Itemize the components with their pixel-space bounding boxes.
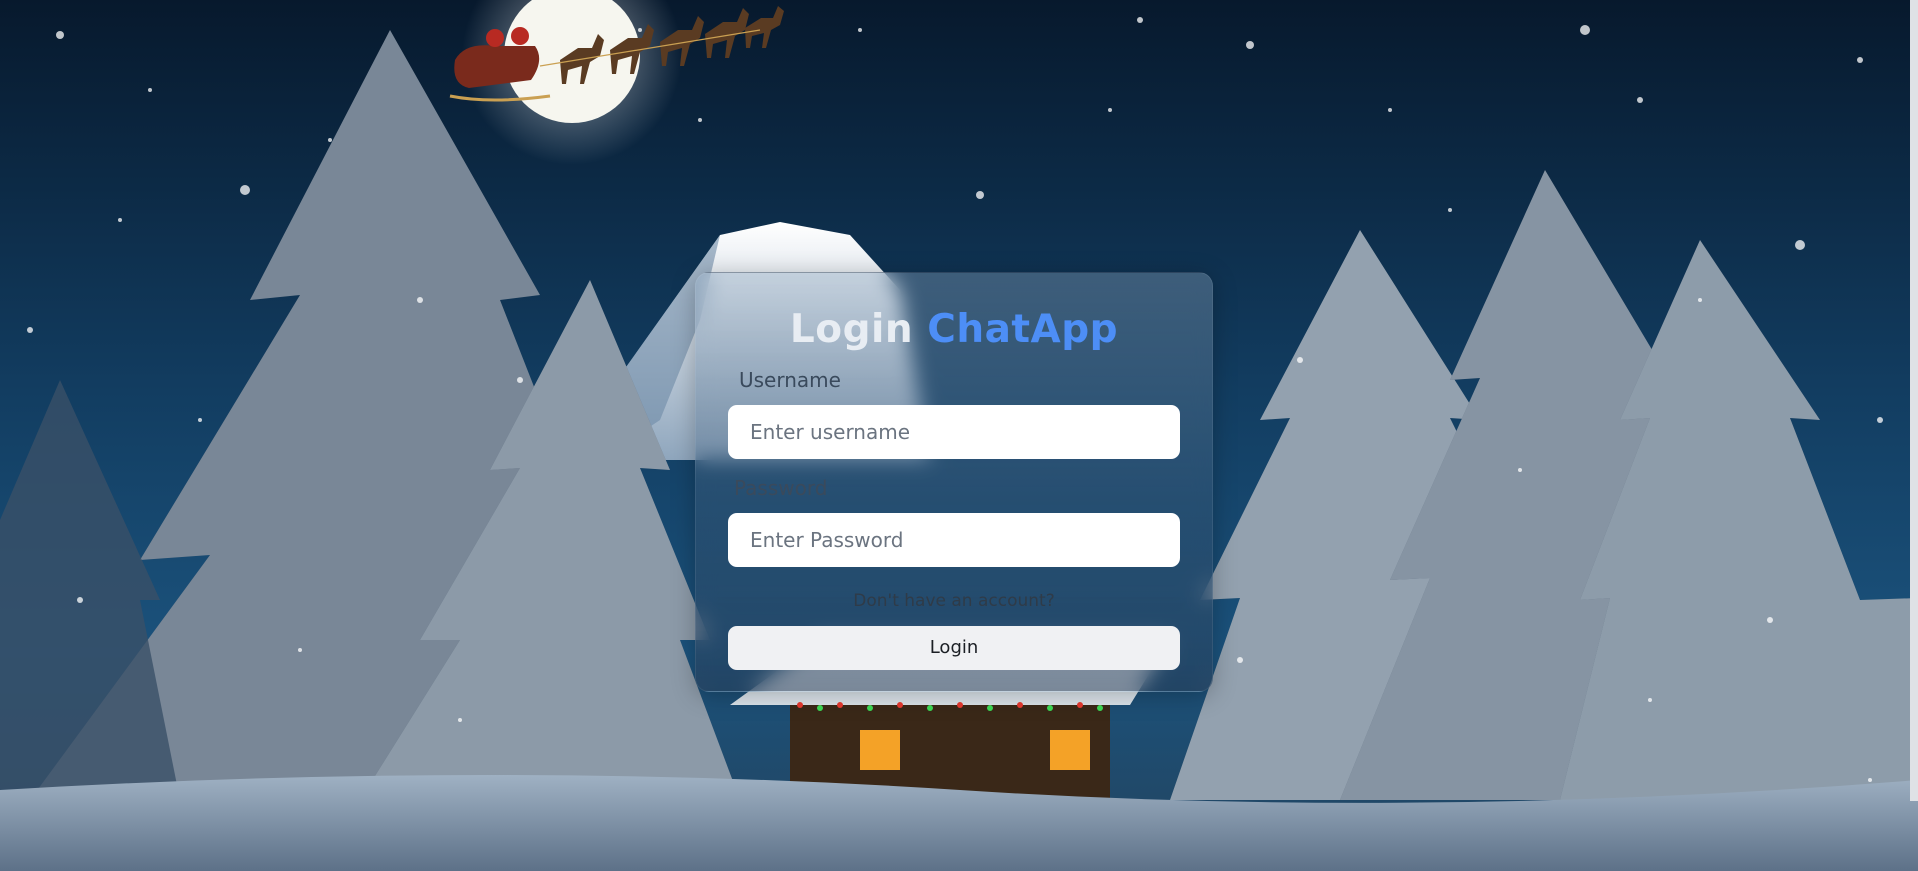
password-label: Password: [734, 475, 828, 500]
login-title-prefix: Login: [789, 307, 914, 352]
username-input[interactable]: [728, 404, 1180, 459]
login-card: Login ChatApp Username Password Don't ha…: [695, 272, 1213, 692]
signup-link[interactable]: Don't have an account?: [728, 591, 1180, 611]
page-scrollbar[interactable]: [1910, 0, 1918, 801]
login-title: Login ChatApp: [728, 307, 1180, 352]
username-label: Username: [739, 367, 841, 392]
login-button[interactable]: Login: [728, 625, 1180, 670]
brand-name: ChatApp: [927, 307, 1119, 352]
password-input[interactable]: [728, 512, 1180, 567]
